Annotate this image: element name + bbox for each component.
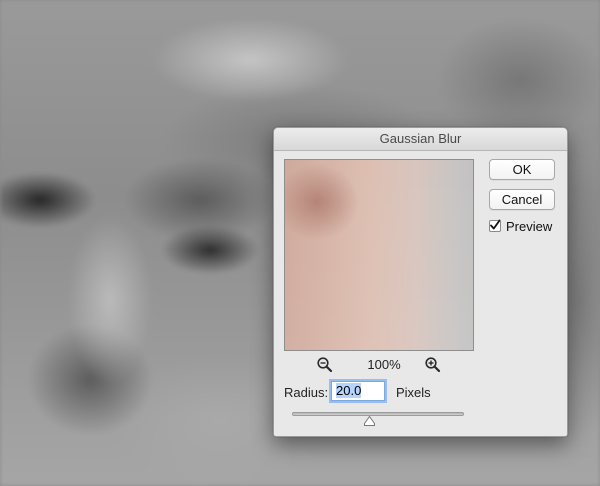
radius-value: 20.0 — [336, 383, 362, 398]
dialog-title: Gaussian Blur — [379, 131, 462, 146]
dialog-titlebar[interactable]: Gaussian Blur — [274, 128, 567, 151]
photo-canvas: Gaussian Blur 100% Radius: 20.0 Pixels O… — [0, 0, 600, 486]
radius-row: Radius: 20.0 Pixels — [284, 381, 484, 405]
checkmark-icon — [490, 219, 501, 230]
cancel-button[interactable]: Cancel — [489, 189, 555, 210]
gaussian-blur-dialog: Gaussian Blur 100% Radius: 20.0 Pixels O… — [273, 127, 568, 437]
radius-slider-thumb[interactable] — [363, 416, 375, 426]
radius-input[interactable]: 20.0 — [331, 381, 385, 401]
radius-label: Radius: — [284, 385, 329, 400]
zoom-out-icon[interactable] — [316, 356, 333, 373]
zoom-in-icon[interactable] — [424, 356, 441, 373]
radius-slider-track[interactable] — [292, 412, 464, 416]
preview-checkbox[interactable]: Preview — [489, 218, 559, 236]
radius-unit-label: Pixels — [396, 385, 431, 400]
ok-button[interactable]: OK — [489, 159, 555, 180]
zoom-level: 100% — [367, 357, 401, 372]
preview-checkbox-box[interactable] — [489, 219, 501, 232]
filter-preview-window[interactable] — [284, 159, 474, 351]
preview-checkbox-label: Preview — [506, 219, 553, 234]
preview-image — [285, 160, 473, 350]
zoom-controls: 100% — [284, 355, 474, 375]
